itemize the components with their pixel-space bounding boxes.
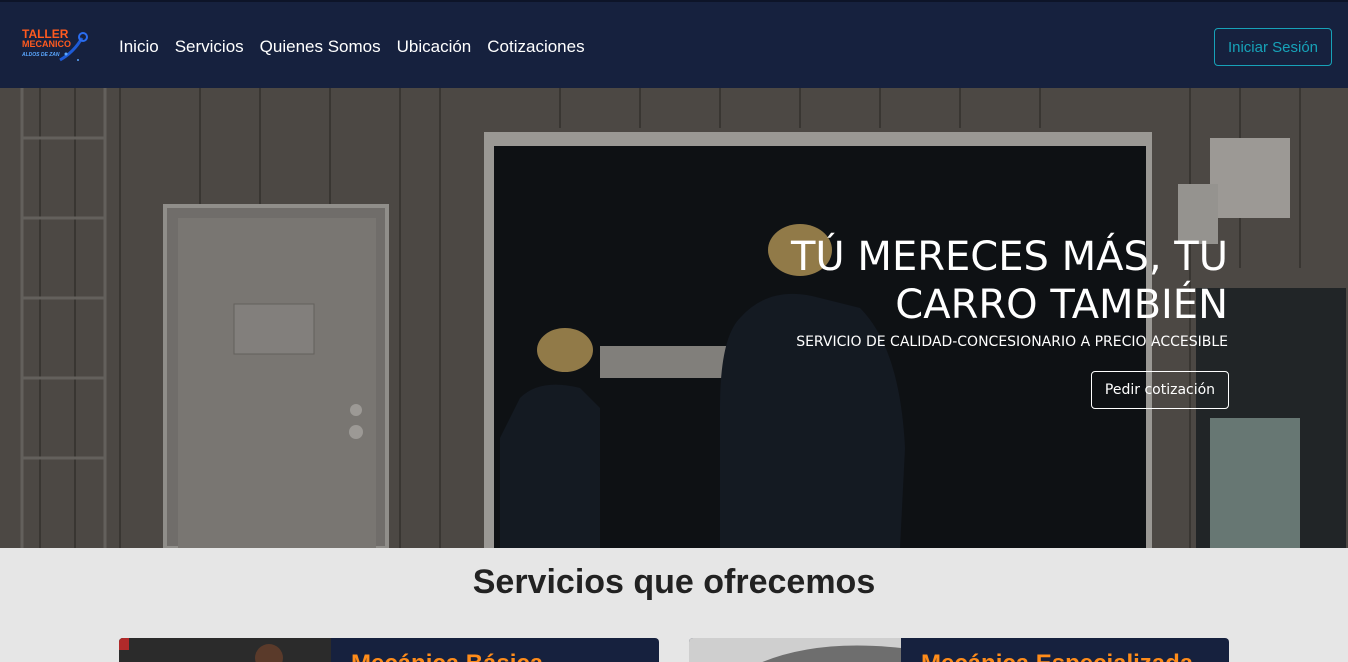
- main-nav: Inicio Servicios Quienes Somos Ubicación…: [119, 37, 585, 57]
- service-card-title: Mecánica Especializada: [921, 650, 1193, 662]
- service-card-specialized[interactable]: Mecánica Especializada: [689, 638, 1229, 662]
- wrench-logo-icon: [59, 32, 88, 62]
- quote-button[interactable]: Pedir cotización: [1091, 371, 1229, 409]
- nav-item-inicio[interactable]: Inicio: [119, 37, 159, 57]
- service-card-basic[interactable]: Mecánica Básica: [119, 638, 659, 662]
- services-heading: Servicios que ofrecemos: [472, 563, 876, 601]
- service-card-image: [119, 638, 331, 662]
- login-button[interactable]: Iniciar Sesión: [1214, 28, 1332, 66]
- brand-logo[interactable]: TALLER MECANICO ALDOS DE ZAN: [20, 28, 92, 66]
- navbar: TALLER MECANICO ALDOS DE ZAN Inicio Serv…: [0, 0, 1348, 88]
- hero-subtitle: SERVICIO DE CALIDAD-CONCESIONARIO A PREC…: [796, 334, 1228, 350]
- nav-item-cotizaciones[interactable]: Cotizaciones: [487, 37, 584, 57]
- hero-title: TÚ MERECES MÁS, TU CARRO TAMBIÉN: [791, 234, 1228, 328]
- logo-line3: ALDOS DE ZAN: [22, 52, 60, 58]
- nav-item-ubicacion[interactable]: Ubicación: [397, 37, 472, 57]
- service-card-image: [689, 638, 901, 662]
- service-card-title: Mecánica Básica: [351, 650, 543, 662]
- nav-item-quienes-somos[interactable]: Quienes Somos: [260, 37, 381, 57]
- nav-item-servicios[interactable]: Servicios: [175, 37, 244, 57]
- hero-banner: TÚ MERECES MÁS, TU CARRO TAMBIÉN SERVICI…: [0, 88, 1348, 548]
